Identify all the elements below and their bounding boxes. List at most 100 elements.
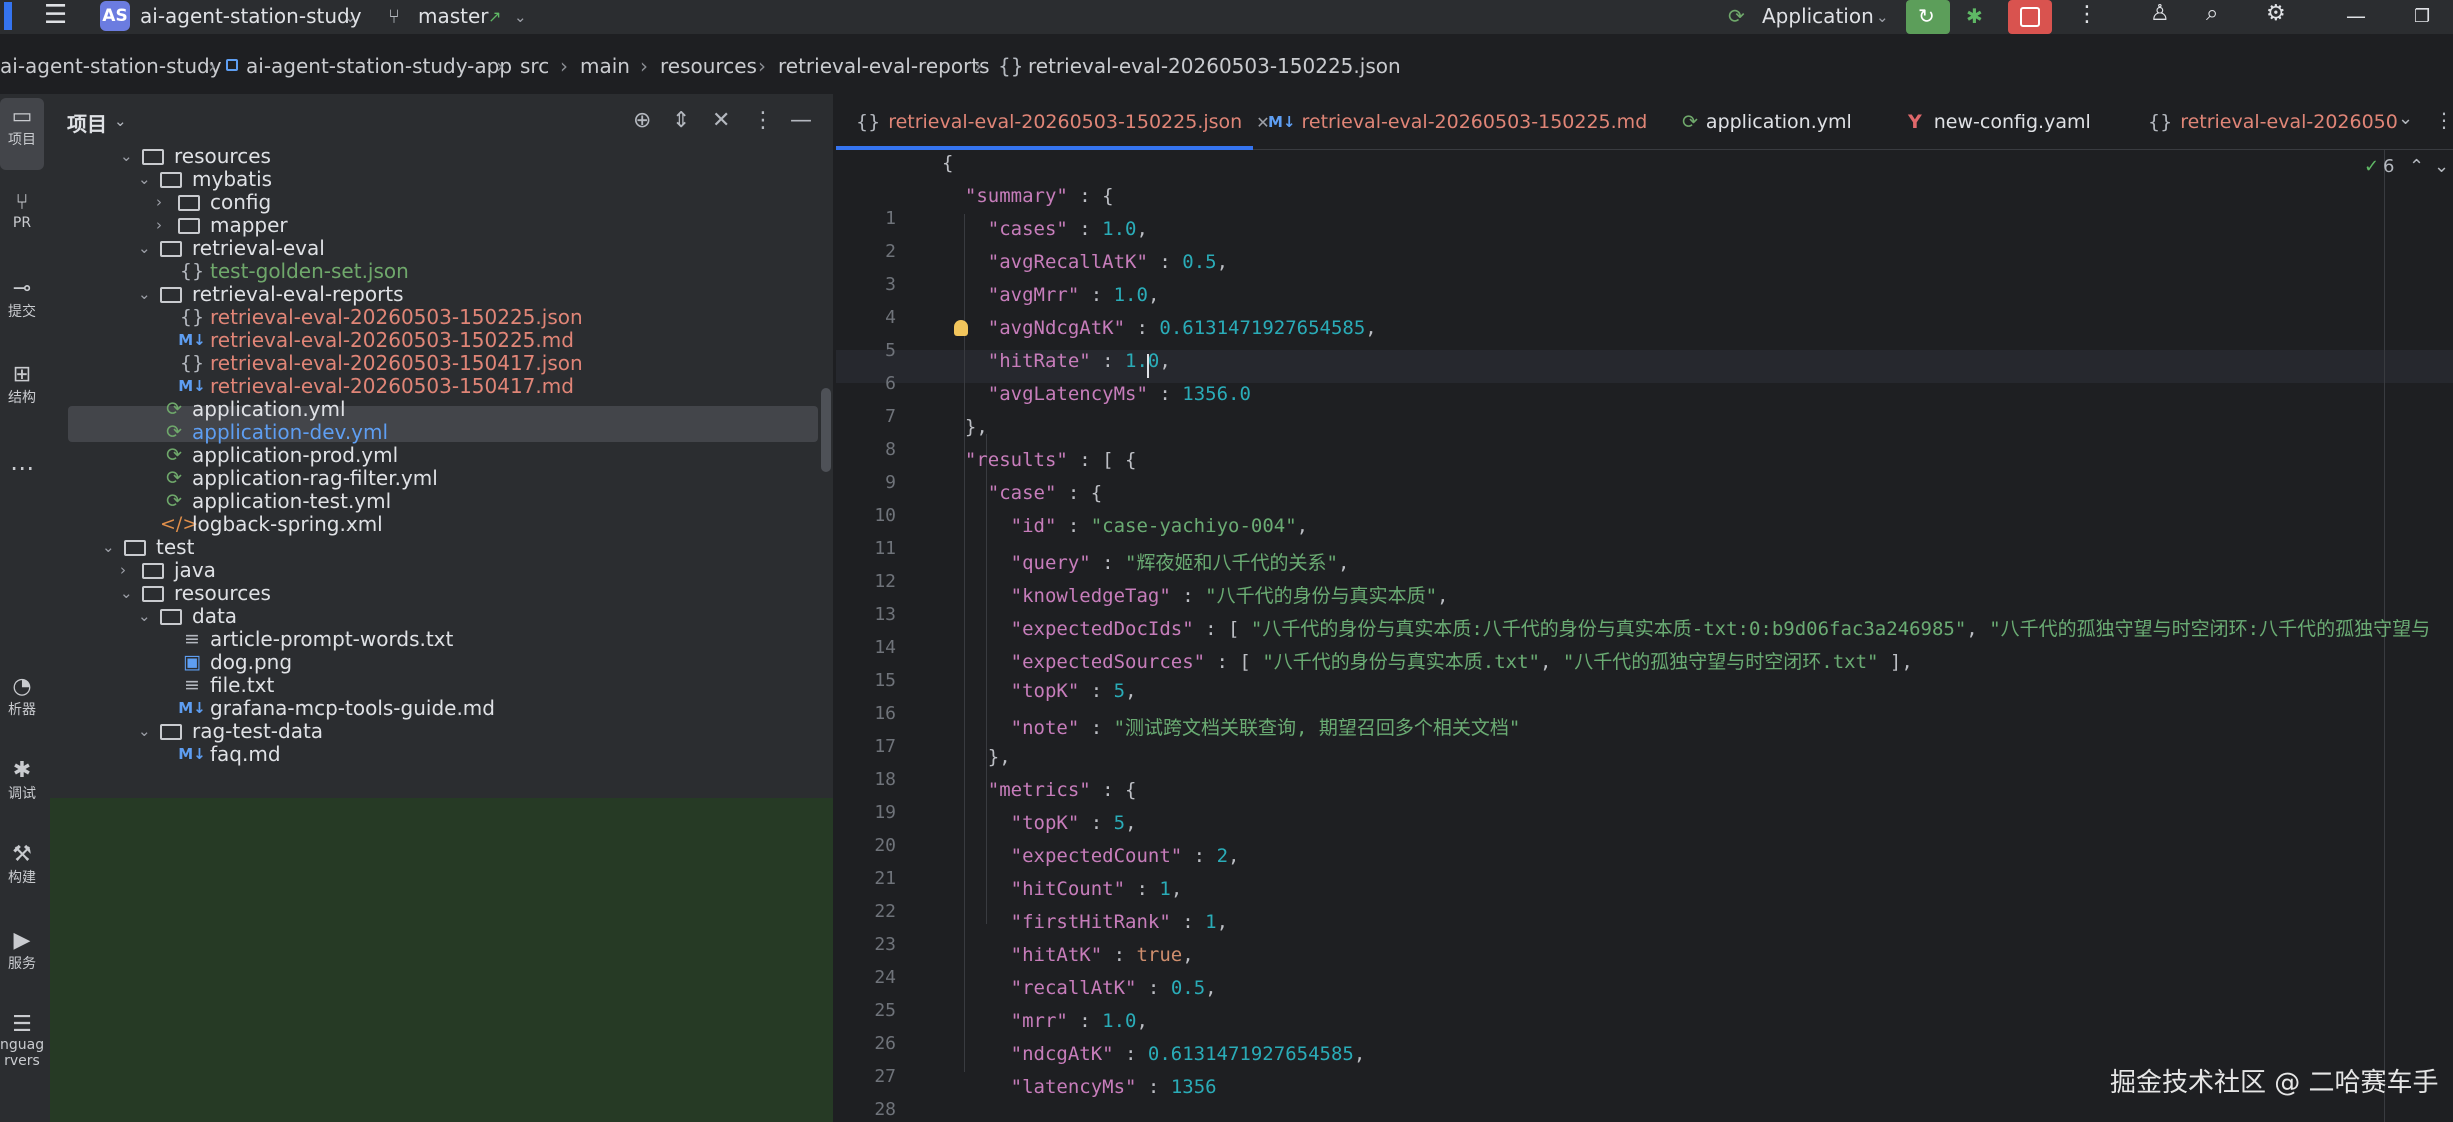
tool-structure[interactable]: ⊞ 结构 [0, 362, 44, 407]
settings-icon[interactable]: ⚙ [2266, 1, 2286, 26]
breadcrumb-src[interactable]: src [520, 54, 549, 78]
breadcrumb-file[interactable]: retrieval-eval-20260503-150225.json [1028, 54, 1401, 78]
code-token: , [1365, 317, 1377, 339]
inspection-count[interactable]: 6 [2383, 156, 2394, 177]
chevron-down-icon[interactable]: ⌄ [514, 8, 527, 26]
code-token: , [1147, 284, 1160, 306]
tree-row-md[interactable]: M↓ faq.md [156, 736, 280, 772]
line-number: 10 [874, 505, 896, 526]
expand-all-icon[interactable]: ⇕ [672, 108, 690, 133]
add-user-icon[interactable]: ♙ [2150, 1, 2170, 26]
tab-label: retrieval-eval-20260503-150225.md [1301, 111, 1648, 133]
project-name[interactable]: ai-agent-station-study [140, 4, 362, 28]
code-token: }, [942, 746, 1011, 768]
tool-build[interactable]: ⚒ 构建 [0, 842, 44, 887]
chevron-down-icon[interactable]: ⌄ [344, 8, 357, 26]
tab-json-other[interactable]: {} retrieval-eval-2026050 [2148, 94, 2398, 150]
tool-label: PR [12, 215, 32, 231]
restore-icon[interactable]: ❐ [2414, 6, 2430, 27]
tool-more[interactable]: ⋯ [0, 454, 44, 482]
code-token: "query" [1010, 552, 1091, 574]
tool-commit[interactable]: ⊸ 提交 [0, 276, 44, 321]
inspection-ok-icon[interactable]: ✓ [2364, 156, 2379, 177]
line-number: 27 [874, 1066, 896, 1087]
intention-bulb-icon[interactable] [954, 320, 968, 336]
code-token: : [1136, 1076, 1171, 1098]
scrollbar-thumb[interactable] [821, 388, 831, 472]
chevron-down-icon[interactable]: ⌄ [114, 112, 127, 130]
text-caret [1147, 354, 1149, 378]
code-token: 1 [1205, 911, 1217, 933]
tab-application-yml[interactable]: ⟳ application.yml [1682, 94, 1852, 150]
tab-more-icon[interactable]: ⋮ [2434, 108, 2453, 132]
code-token: "expectedSources" [1010, 651, 1206, 673]
tool-debug[interactable]: ✱ 调试 [0, 758, 44, 803]
language-icon: ☰ [12, 1012, 32, 1037]
tree-item-label: logback-spring.xml [192, 512, 383, 536]
debug-icon[interactable]: ✱ [1966, 4, 1983, 28]
branch-name[interactable]: master [418, 4, 489, 28]
tab-list-chevron-icon[interactable]: ⌄ [2398, 108, 2413, 129]
profiler-icon: ◔ [12, 674, 32, 699]
code-line: "case" : { [942, 482, 1102, 504]
breadcrumb-reports[interactable]: retrieval-eval-reports [778, 54, 990, 78]
code-token: "hitAtK" [1010, 944, 1103, 966]
collapse-all-icon[interactable]: ✕ [712, 108, 730, 133]
locate-icon[interactable]: ⊕ [633, 108, 651, 133]
project-panel-title[interactable]: 项目 [67, 108, 107, 137]
stop-button[interactable] [2008, 0, 2052, 34]
code-token: "辉夜姬和八千代的关系" [1125, 552, 1338, 574]
run-button[interactable]: ↻ [1906, 0, 1950, 34]
code-token: "summary" [964, 185, 1068, 207]
chevron-right-icon: › [974, 54, 982, 78]
chevron-right-icon: › [560, 54, 568, 78]
tab-label: new-config.yaml [1933, 111, 2091, 133]
line-number-gutter: 1 2 3 4 5 6 7 8 9 10 11 12 13 14 15 16 17 18 19 20 21 22 23 24 2… [836, 150, 896, 1122]
tool-label: 提交 [8, 304, 36, 320]
previous-highlight-icon[interactable]: ⌃ [2409, 156, 2424, 177]
line-number: 22 [874, 901, 896, 922]
code-line: "expectedSources" : [ "八千代的身份与真实本质.txt",… [942, 647, 1913, 674]
more-horizontal-icon: ⋯ [10, 454, 34, 482]
tab-md[interactable]: M↓ retrieval-eval-20260503-150225.md [1268, 94, 1647, 150]
hide-icon[interactable]: — [790, 108, 812, 133]
code-token: : [1125, 878, 1160, 900]
project-badge[interactable]: AS [100, 1, 130, 31]
tool-profiler[interactable]: ◔ 析器 [0, 674, 44, 719]
tab-json-active[interactable]: {} retrieval-eval-20260503-150225.json ✕ [856, 94, 1270, 150]
main-menu-icon[interactable] [4, 2, 12, 30]
breadcrumb-module[interactable]: ai-agent-station-study-app [246, 54, 512, 78]
code-token: "results" [964, 449, 1068, 471]
breadcrumb-resources[interactable]: resources [660, 54, 757, 78]
more-icon[interactable]: ⋮ [2076, 2, 2098, 27]
breadcrumb-main[interactable]: main [580, 54, 630, 78]
tool-services[interactable]: ▶ 服务 [0, 928, 44, 973]
minimize-icon[interactable]: — [2346, 4, 2366, 28]
tool-language-servers[interactable]: ☰ nguag rvers [0, 1012, 44, 1069]
chevron-right-icon: › [758, 54, 766, 78]
chevron-right-icon: › [496, 54, 504, 78]
tool-window-strip: ▭ 项目 ⑂ PR ⊸ 提交 ⊞ 结构 ⋯ ◔ 析器 ✱ 调试 ⚒ 构建 ▶ 服… [0, 94, 50, 1122]
module-icon [226, 59, 238, 71]
run-config-name[interactable]: Application [1762, 4, 1874, 28]
chevron-down-icon[interactable]: ⌄ [1876, 8, 1889, 26]
build-icon: ⚒ [12, 842, 32, 867]
line-number: 18 [874, 769, 896, 790]
tab-label: retrieval-eval-2026050 [2180, 111, 2398, 133]
hamburger-icon[interactable]: ☰ [44, 0, 67, 30]
code-token: "recallAtK" [1010, 977, 1137, 999]
tool-pull-requests[interactable]: ⑂ PR [0, 190, 44, 231]
code-line: "topK" : 5, [942, 680, 1137, 702]
code-line: "hitRate" : 1.0, [942, 350, 1171, 372]
tool-project[interactable]: ▭ 项目 [0, 104, 44, 149]
tab-new-config-yaml[interactable]: Y new-config.yaml [1908, 94, 2091, 150]
next-highlight-icon[interactable]: ⌄ [2434, 156, 2449, 177]
options-icon[interactable]: ⋮ [752, 108, 774, 133]
breadcrumb-project[interactable]: ai-agent-station-study [0, 54, 222, 78]
search-icon[interactable]: ⌕ [2206, 1, 2218, 26]
